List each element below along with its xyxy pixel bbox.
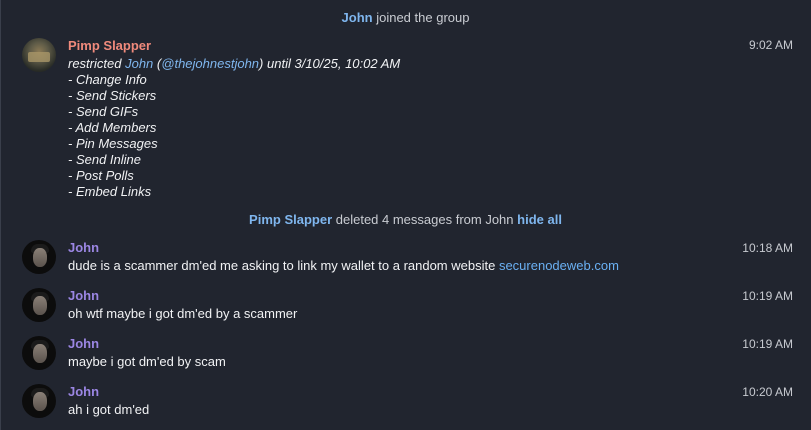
avatar[interactable] bbox=[22, 240, 56, 274]
avatar[interactable] bbox=[22, 384, 56, 418]
message-link[interactable]: securenodeweb.com bbox=[499, 258, 619, 273]
deleted-notice-text: deleted 4 messages from John bbox=[335, 212, 514, 227]
target-name-link[interactable]: John bbox=[125, 56, 153, 71]
sender-name[interactable]: John bbox=[68, 336, 99, 351]
sender-name[interactable]: John bbox=[68, 384, 99, 399]
restrict-until: until 3/10/25, 10:02 AM bbox=[267, 56, 401, 71]
permission-list: - Change Info - Send Stickers - Send GIF… bbox=[68, 72, 158, 200]
message-time: 10:20 AM bbox=[742, 385, 793, 399]
join-notice: John joined the group bbox=[0, 10, 811, 25]
permission-item: - Post Polls bbox=[68, 168, 134, 183]
admin-name-link[interactable]: Pimp Slapper bbox=[249, 212, 332, 227]
target-close-paren: ) bbox=[259, 56, 264, 71]
sender-name[interactable]: John bbox=[68, 240, 99, 255]
target-handle-link[interactable]: @thejohnestjohn bbox=[161, 56, 259, 71]
sender-name[interactable]: John bbox=[68, 288, 99, 303]
message-time: 10:18 AM bbox=[742, 241, 793, 255]
restrict-action: restricted bbox=[68, 56, 122, 71]
permission-item: - Send GIFs bbox=[68, 104, 139, 119]
permission-item: - Send Inline bbox=[68, 152, 141, 167]
sender-name[interactable]: Pimp Slapper bbox=[68, 38, 151, 53]
join-user-link[interactable]: John bbox=[342, 10, 373, 25]
message-text: oh wtf maybe i got dm'ed by a scammer bbox=[68, 306, 298, 321]
message-text: ah i got dm'ed bbox=[68, 402, 150, 417]
permission-item: - Change Info bbox=[68, 72, 147, 87]
avatar[interactable] bbox=[22, 38, 56, 72]
message-time: 9:02 AM bbox=[748, 38, 793, 52]
avatar[interactable] bbox=[22, 288, 56, 322]
avatar[interactable] bbox=[22, 336, 56, 370]
permission-item: - Embed Links bbox=[68, 184, 152, 199]
restrict-line: restricted John (@thejohnestjohn) until … bbox=[68, 56, 400, 71]
deleted-notice: Pimp Slapper deleted 4 messages from Joh… bbox=[0, 212, 811, 227]
permission-item: - Pin Messages bbox=[68, 136, 158, 151]
hide-all-link[interactable]: hide all bbox=[517, 212, 562, 227]
message-body: dude is a scammer dm'ed me asking to lin… bbox=[68, 258, 499, 273]
permission-item: - Add Members bbox=[68, 120, 157, 135]
message-text: dude is a scammer dm'ed me asking to lin… bbox=[68, 258, 619, 273]
message-time: 10:19 AM bbox=[742, 337, 793, 351]
permission-item: - Send Stickers bbox=[68, 88, 157, 103]
join-notice-text: joined the group bbox=[376, 10, 470, 25]
message-text: maybe i got dm'ed by scam bbox=[68, 354, 226, 369]
message-time: 10:19 AM bbox=[742, 289, 793, 303]
